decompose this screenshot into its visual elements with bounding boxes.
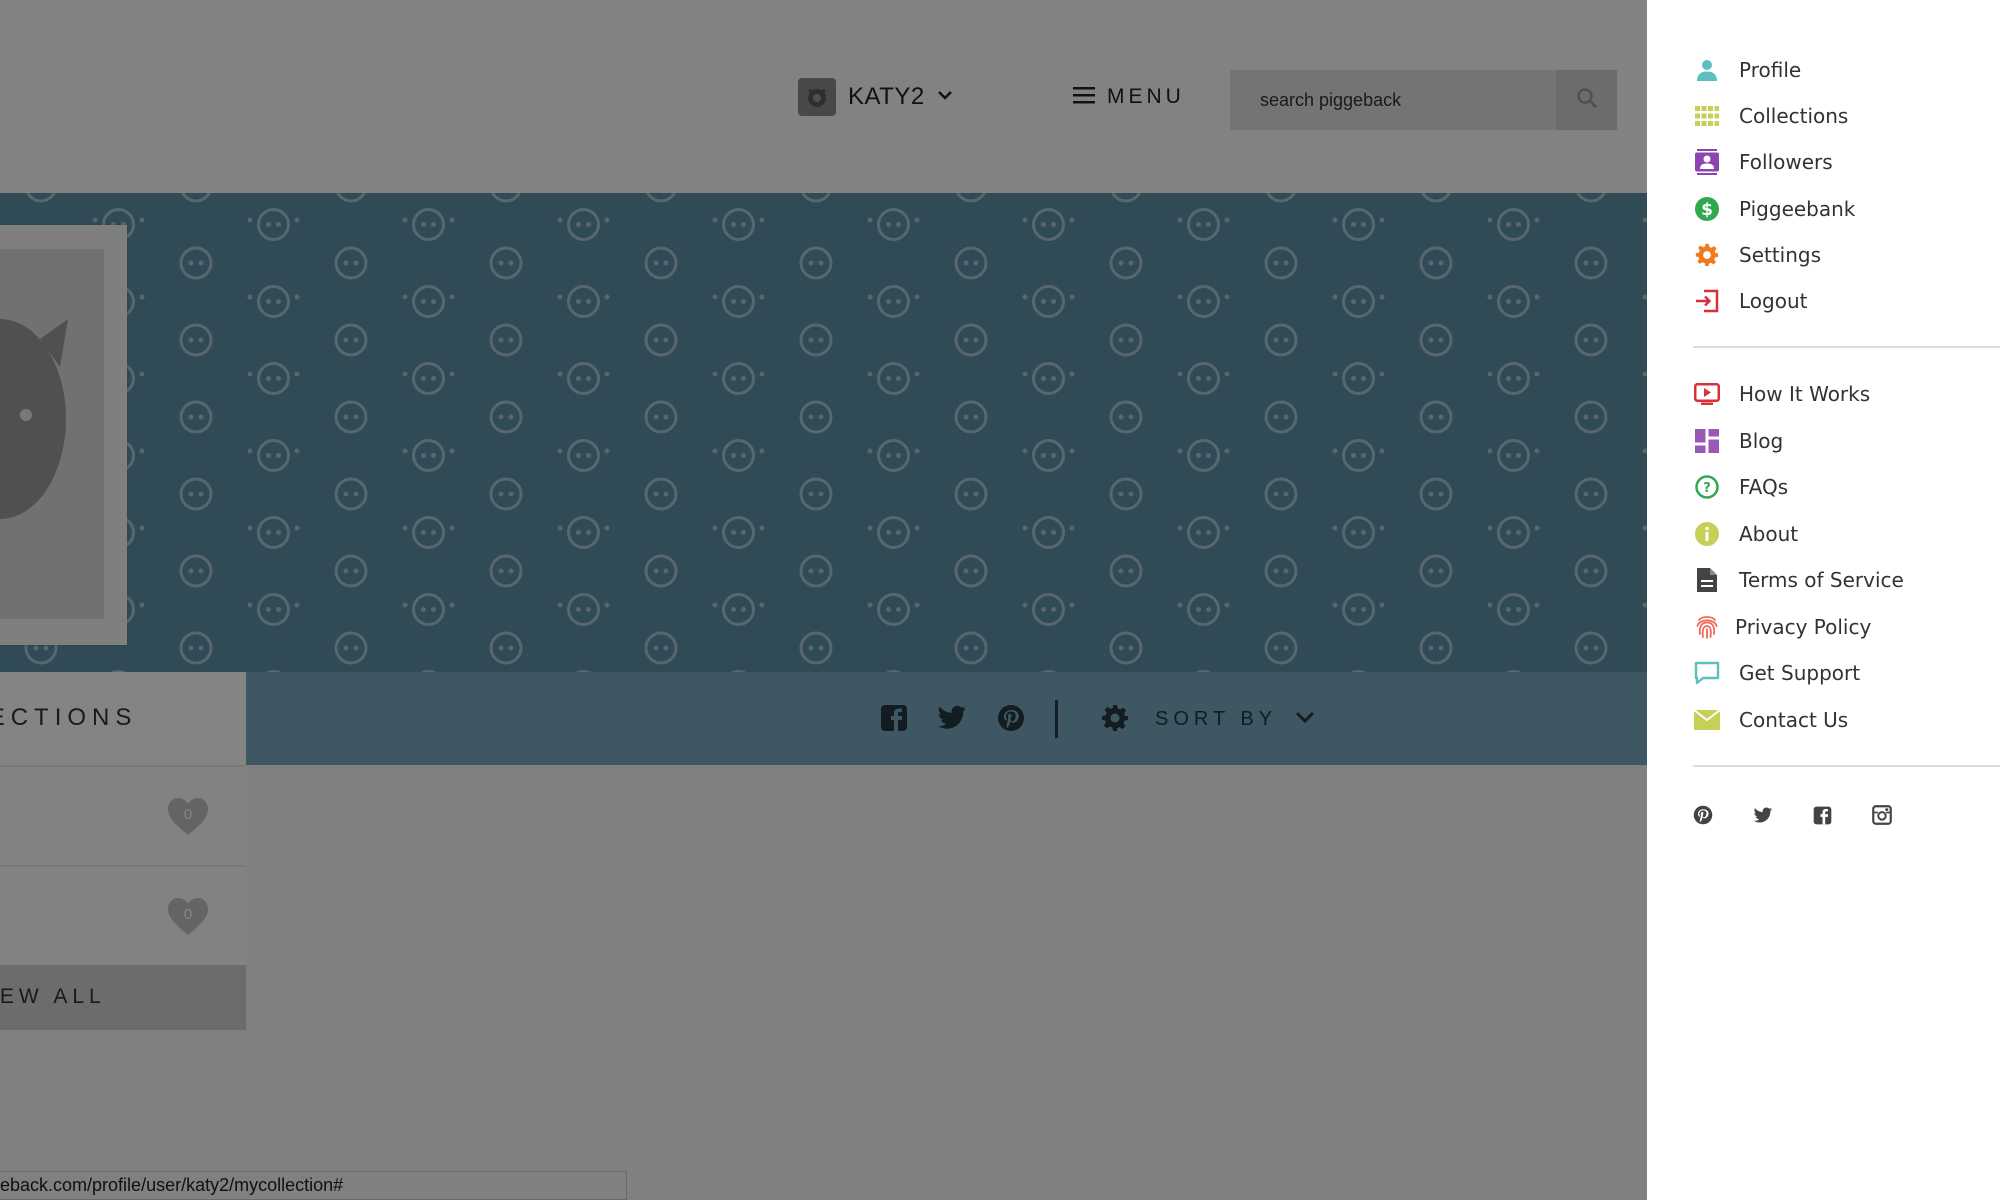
svg-text:$: $ — [1701, 200, 1713, 220]
contacts-icon — [1693, 148, 1721, 176]
menu-item-label: Get Support — [1739, 661, 1861, 685]
document-icon — [1693, 566, 1721, 594]
facebook-icon[interactable] — [1809, 802, 1835, 828]
menu-item-label: How It Works — [1739, 382, 1871, 406]
menu-item-label: Contact Us — [1739, 708, 1849, 732]
menu-item-label: Blog — [1739, 429, 1784, 453]
dashboard-icon — [1693, 427, 1721, 455]
instagram-icon[interactable] — [1869, 802, 1895, 828]
logout-icon — [1693, 287, 1721, 315]
menu-item-label: Logout — [1739, 289, 1808, 313]
menu-item-label: Piggeebank — [1739, 197, 1856, 221]
menu-item-label: FAQs — [1739, 475, 1789, 499]
play-icon — [1693, 380, 1721, 408]
menu-item-get-support[interactable]: Get Support — [1693, 653, 1860, 693]
pinterest-icon[interactable] — [1690, 802, 1716, 828]
menu-item-label: Terms of Service — [1739, 568, 1904, 592]
chat-icon — [1693, 659, 1721, 687]
side-menu-drawer: Profile Collections Followers $ Piggeeba… — [1647, 0, 2000, 1200]
menu-divider — [1693, 765, 2000, 767]
menu-item-logout[interactable]: Logout — [1693, 281, 1807, 321]
menu-item-privacy-policy[interactable]: Privacy Policy — [1693, 607, 1871, 647]
menu-item-terms-of-service[interactable]: Terms of Service — [1693, 560, 1904, 600]
menu-item-piggeebank[interactable]: $ Piggeebank — [1693, 189, 1855, 229]
menu-item-about[interactable]: About — [1693, 514, 1798, 554]
gear-icon — [1693, 241, 1721, 269]
menu-item-label: Profile — [1739, 58, 1802, 82]
person-icon — [1693, 56, 1721, 84]
twitter-icon[interactable] — [1750, 802, 1776, 828]
dollar-icon: $ — [1693, 195, 1721, 223]
info-icon — [1693, 520, 1721, 548]
menu-item-label: About — [1739, 522, 1799, 546]
menu-item-label: Collections — [1739, 104, 1849, 128]
svg-text:?: ? — [1703, 481, 1711, 496]
help-icon: ? — [1693, 473, 1721, 501]
profile-page: KATY2 MENU search piggeback SORT BY CTIO… — [0, 0, 1647, 1200]
fingerprint-icon — [1693, 613, 1721, 641]
menu-dim-overlay[interactable] — [0, 0, 1647, 1200]
menu-item-contact-us[interactable]: Contact Us — [1693, 700, 1848, 740]
menu-item-how-it-works[interactable]: How It Works — [1693, 374, 1870, 414]
menu-item-settings[interactable]: Settings — [1693, 235, 1821, 275]
grid-icon — [1693, 102, 1721, 130]
menu-item-label: Followers — [1739, 150, 1833, 174]
menu-item-followers[interactable]: Followers — [1693, 142, 1833, 182]
menu-item-label: Privacy Policy — [1735, 615, 1872, 639]
mail-icon — [1693, 706, 1721, 734]
menu-divider — [1693, 346, 2000, 348]
menu-item-label: Settings — [1739, 243, 1822, 267]
menu-item-collections[interactable]: Collections — [1693, 96, 1848, 136]
menu-item-profile[interactable]: Profile — [1693, 50, 1801, 90]
menu-item-blog[interactable]: Blog — [1693, 421, 1783, 461]
menu-item-faqs[interactable]: ? FAQs — [1693, 467, 1788, 507]
